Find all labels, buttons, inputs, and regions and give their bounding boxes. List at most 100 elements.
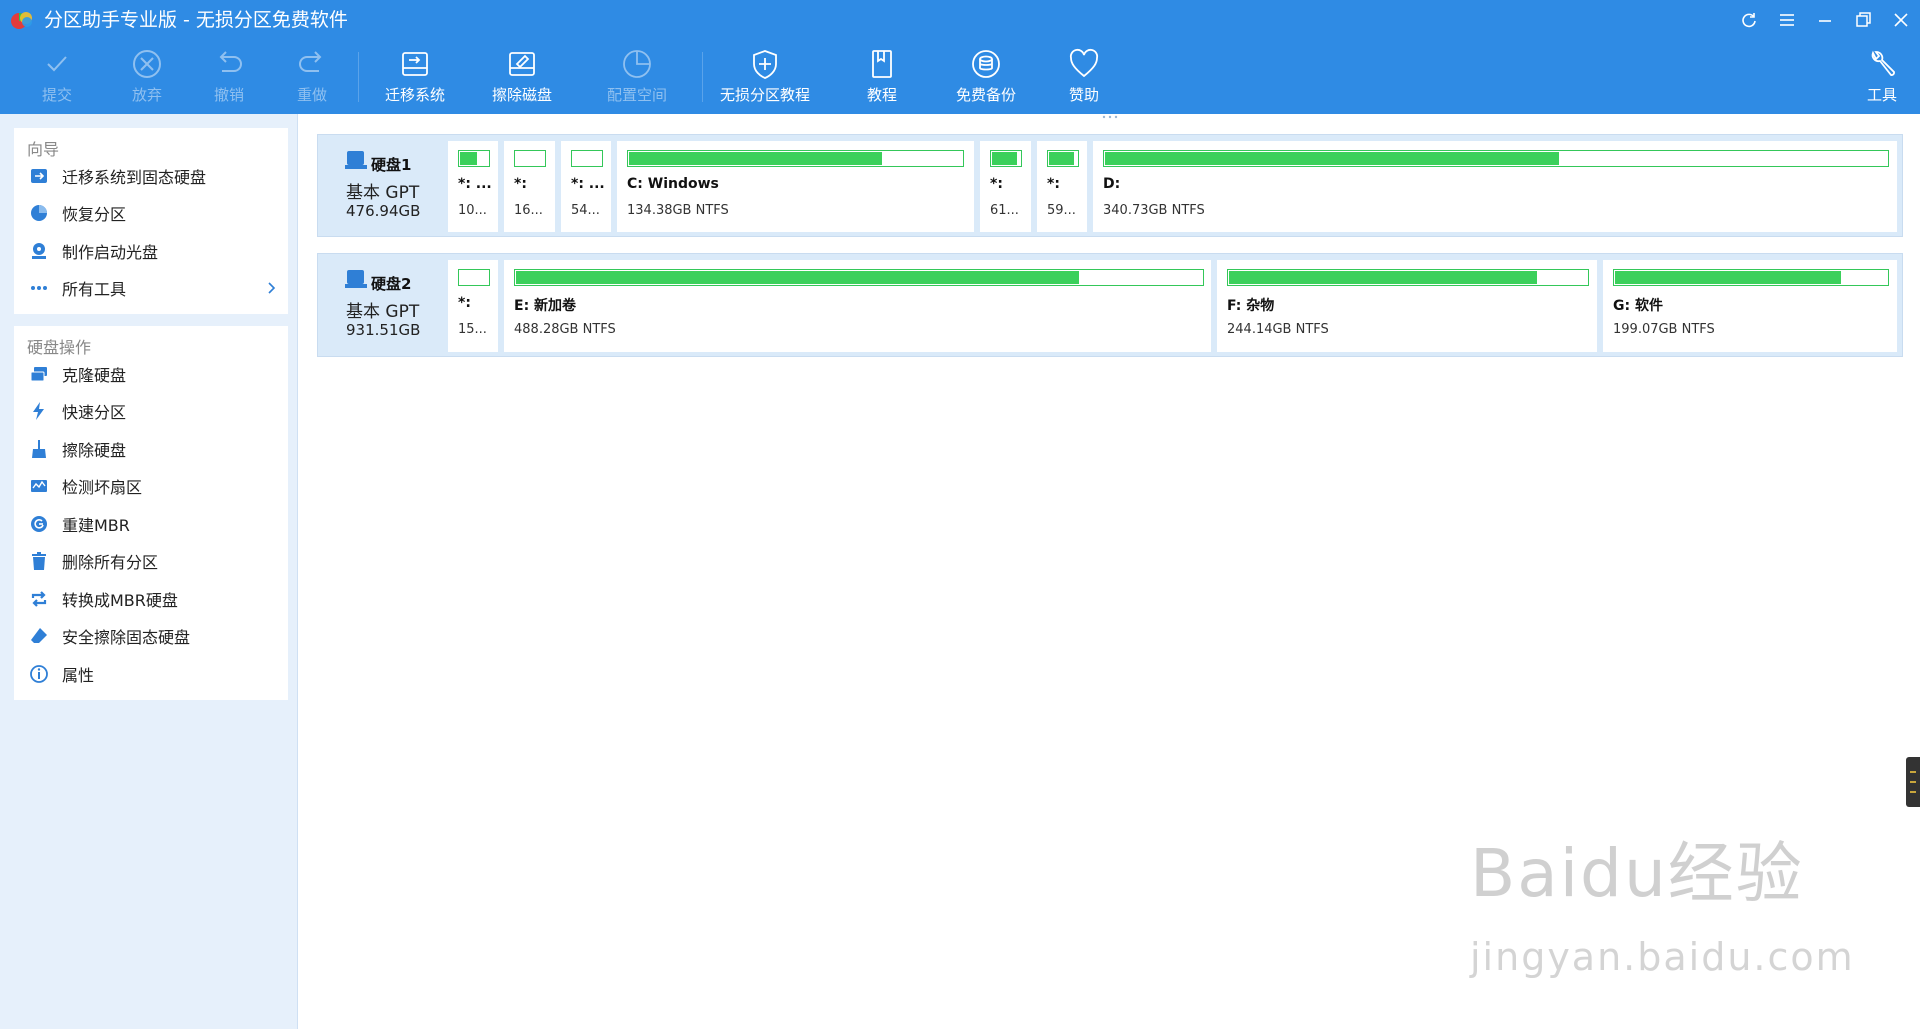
minimize-icon xyxy=(1819,20,1831,22)
watermark-url: jingyan.baidu.com xyxy=(1470,935,1855,979)
window-title: 分区助手专业版 - 无损分区免费软件 xyxy=(44,9,348,31)
chevron-right-icon xyxy=(268,282,276,294)
partition-block[interactable]: *: ... 54... xyxy=(561,141,611,232)
usage-bar-fill xyxy=(1229,271,1537,284)
sidebar-item-migrate-ssd[interactable]: 迁移系统到固态硬盘 xyxy=(14,158,288,194)
more-dots-icon xyxy=(31,286,47,290)
partition-block[interactable]: *: 59... xyxy=(1037,141,1087,232)
partition-block[interactable]: *: 15... xyxy=(448,260,498,352)
book-icon xyxy=(872,50,892,78)
partition-block[interactable]: F: 杂物 244.14GB NTFS xyxy=(1217,260,1597,352)
heart-icon xyxy=(1069,48,1099,78)
sidebar-item-rebuild-mbr[interactable]: 重建MBR xyxy=(14,506,288,542)
allocate-space-button[interactable]: 配置空间 xyxy=(607,46,667,110)
wizard-title: 向导 xyxy=(27,140,60,159)
sidebar-item-delete-all-partitions[interactable]: 删除所有分区 xyxy=(14,543,288,579)
discard-button[interactable]: 放弃 xyxy=(128,46,166,110)
sidebar-item-recover-partition[interactable]: 恢复分区 xyxy=(14,195,288,231)
watermark-logo: Baidu经验 xyxy=(1470,835,1804,912)
wrench-icon xyxy=(1871,50,1895,76)
wipe-disk-button[interactable]: 擦除磁盘 xyxy=(492,46,552,110)
sidebar-item-quick-partition[interactable]: 快速分区 xyxy=(14,393,288,429)
disk-type: 基本 GPT xyxy=(346,302,420,322)
partition-block[interactable]: D: 340.73GB NTFS xyxy=(1093,141,1897,232)
refresh-button[interactable] xyxy=(1730,0,1768,40)
refresh-icon xyxy=(1742,13,1756,28)
eraser-icon xyxy=(31,628,47,643)
sponsor-button[interactable]: 赞助 xyxy=(1065,46,1103,110)
migrate-disk-icon xyxy=(402,52,428,76)
sidebar-item-all-tools[interactable]: 所有工具 xyxy=(14,270,288,306)
boot-disc-icon xyxy=(32,243,46,259)
sidebar-item-check-bad-sectors[interactable]: 检测坏扇区 xyxy=(14,468,288,504)
restore-icon xyxy=(1856,12,1871,27)
redo-button[interactable]: 重做 xyxy=(293,46,331,110)
restore-button[interactable] xyxy=(1844,0,1882,40)
usage-bar-fill xyxy=(516,271,1079,284)
minimize-button[interactable] xyxy=(1806,0,1844,40)
check-icon xyxy=(47,56,67,72)
usage-bar-fill xyxy=(1105,152,1559,165)
title-bar: 分区助手专业版 - 无损分区免费软件 xyxy=(0,0,1920,40)
disk-size: 931.51GB xyxy=(346,321,421,339)
partition-block[interactable]: *: ... 10... xyxy=(448,141,498,232)
sidebar: 向导 迁移系统到固态硬盘 恢复分区 制作启动光盘 所有工具 硬盘操作 克隆硬盘 … xyxy=(0,114,298,1029)
partition-block[interactable]: *: 16... xyxy=(504,141,555,232)
toolbar-separator xyxy=(702,52,703,102)
free-backup-button[interactable]: 免费备份 xyxy=(956,46,1016,110)
side-panel-handle[interactable] xyxy=(1906,757,1920,807)
disk-row[interactable]: 硬盘1 基本 GPT 476.94GB *: ... 10... *: 16..… xyxy=(317,134,1903,237)
sidebar-item-boot-disc[interactable]: 制作启动光盘 xyxy=(14,233,288,269)
pie-chart-icon xyxy=(623,50,651,78)
sidebar-item-clone-disk[interactable]: 克隆硬盘 xyxy=(14,356,288,392)
info-icon xyxy=(30,665,48,683)
sidebar-item-convert-mbr[interactable]: 转换成MBR硬盘 xyxy=(14,581,288,617)
cancel-circle-icon xyxy=(133,50,161,78)
disk-info[interactable]: 硬盘1 基本 GPT 476.94GB xyxy=(318,135,448,236)
app-logo-icon xyxy=(11,12,32,29)
tools-button[interactable]: 工具 xyxy=(1863,46,1901,110)
submit-button[interactable]: 提交 xyxy=(38,46,76,110)
usage-bar-fill xyxy=(992,152,1017,165)
toolbar: 提交 放弃 撤销 重做 迁移系统 擦除磁盘 配置空间 无损分区教程 教程 免费备… xyxy=(0,40,1920,114)
undo-icon xyxy=(219,51,242,72)
menu-button[interactable] xyxy=(1768,0,1806,40)
hard-disk-icon xyxy=(345,270,367,288)
shield-plus-icon xyxy=(753,50,777,79)
undo-button[interactable]: 撤销 xyxy=(210,46,248,110)
sidebar-item-wipe-disk[interactable]: 擦除硬盘 xyxy=(14,431,288,467)
partition-block[interactable]: C: Windows 134.38GB NTFS xyxy=(617,141,974,232)
usage-bar-fill xyxy=(1049,152,1074,165)
clone-disk-icon xyxy=(30,367,47,382)
recover-partition-icon xyxy=(31,205,47,221)
disk-size: 476.94GB xyxy=(346,202,421,220)
sidebar-item-secure-erase-ssd[interactable]: 安全擦除固态硬盘 xyxy=(14,618,288,654)
usage-bar-fill xyxy=(629,152,882,165)
hard-disk-icon xyxy=(345,151,367,169)
migrate-system-button[interactable]: 迁移系统 xyxy=(385,46,445,110)
partition-block[interactable]: G: 软件 199.07GB NTFS xyxy=(1603,260,1897,352)
disk-operations-panel: 硬盘操作 克隆硬盘 快速分区 擦除硬盘 检测坏扇区 重建MBR 删除所有分区 转… xyxy=(14,326,288,700)
splitter-grip-icon[interactable] xyxy=(1100,114,1120,120)
disk-name: 硬盘1 xyxy=(371,156,412,174)
broom-icon xyxy=(32,440,46,458)
wizard-panel: 向导 迁移系统到固态硬盘 恢复分区 制作启动光盘 所有工具 xyxy=(14,128,288,314)
scan-sector-icon xyxy=(31,480,47,492)
close-button[interactable] xyxy=(1882,0,1920,40)
partition-block[interactable]: *: 61... xyxy=(980,141,1031,232)
tutorial-lossless-button[interactable]: 无损分区教程 xyxy=(720,46,810,110)
redo-icon xyxy=(299,51,322,72)
disk-operations-title: 硬盘操作 xyxy=(27,338,92,357)
disk-name: 硬盘2 xyxy=(371,275,412,293)
disk-info[interactable]: 硬盘2 基本 GPT 931.51GB xyxy=(318,254,448,356)
backup-icon xyxy=(972,50,1000,78)
menu-icon xyxy=(1780,14,1794,26)
convert-icon xyxy=(31,591,47,607)
usage-bar-fill xyxy=(460,152,477,165)
tutorial-button[interactable]: 教程 xyxy=(863,46,901,110)
sidebar-item-properties[interactable]: 属性 xyxy=(14,656,288,692)
disk-row[interactable]: 硬盘2 基本 GPT 931.51GB *: 15... E: 新加卷 488.… xyxy=(317,253,1903,357)
partition-block[interactable]: E: 新加卷 488.28GB NTFS xyxy=(504,260,1211,352)
toolbar-separator xyxy=(358,52,359,102)
baidu-watermark: Baidu经验 jingyan.baidu.com xyxy=(1470,820,1853,990)
